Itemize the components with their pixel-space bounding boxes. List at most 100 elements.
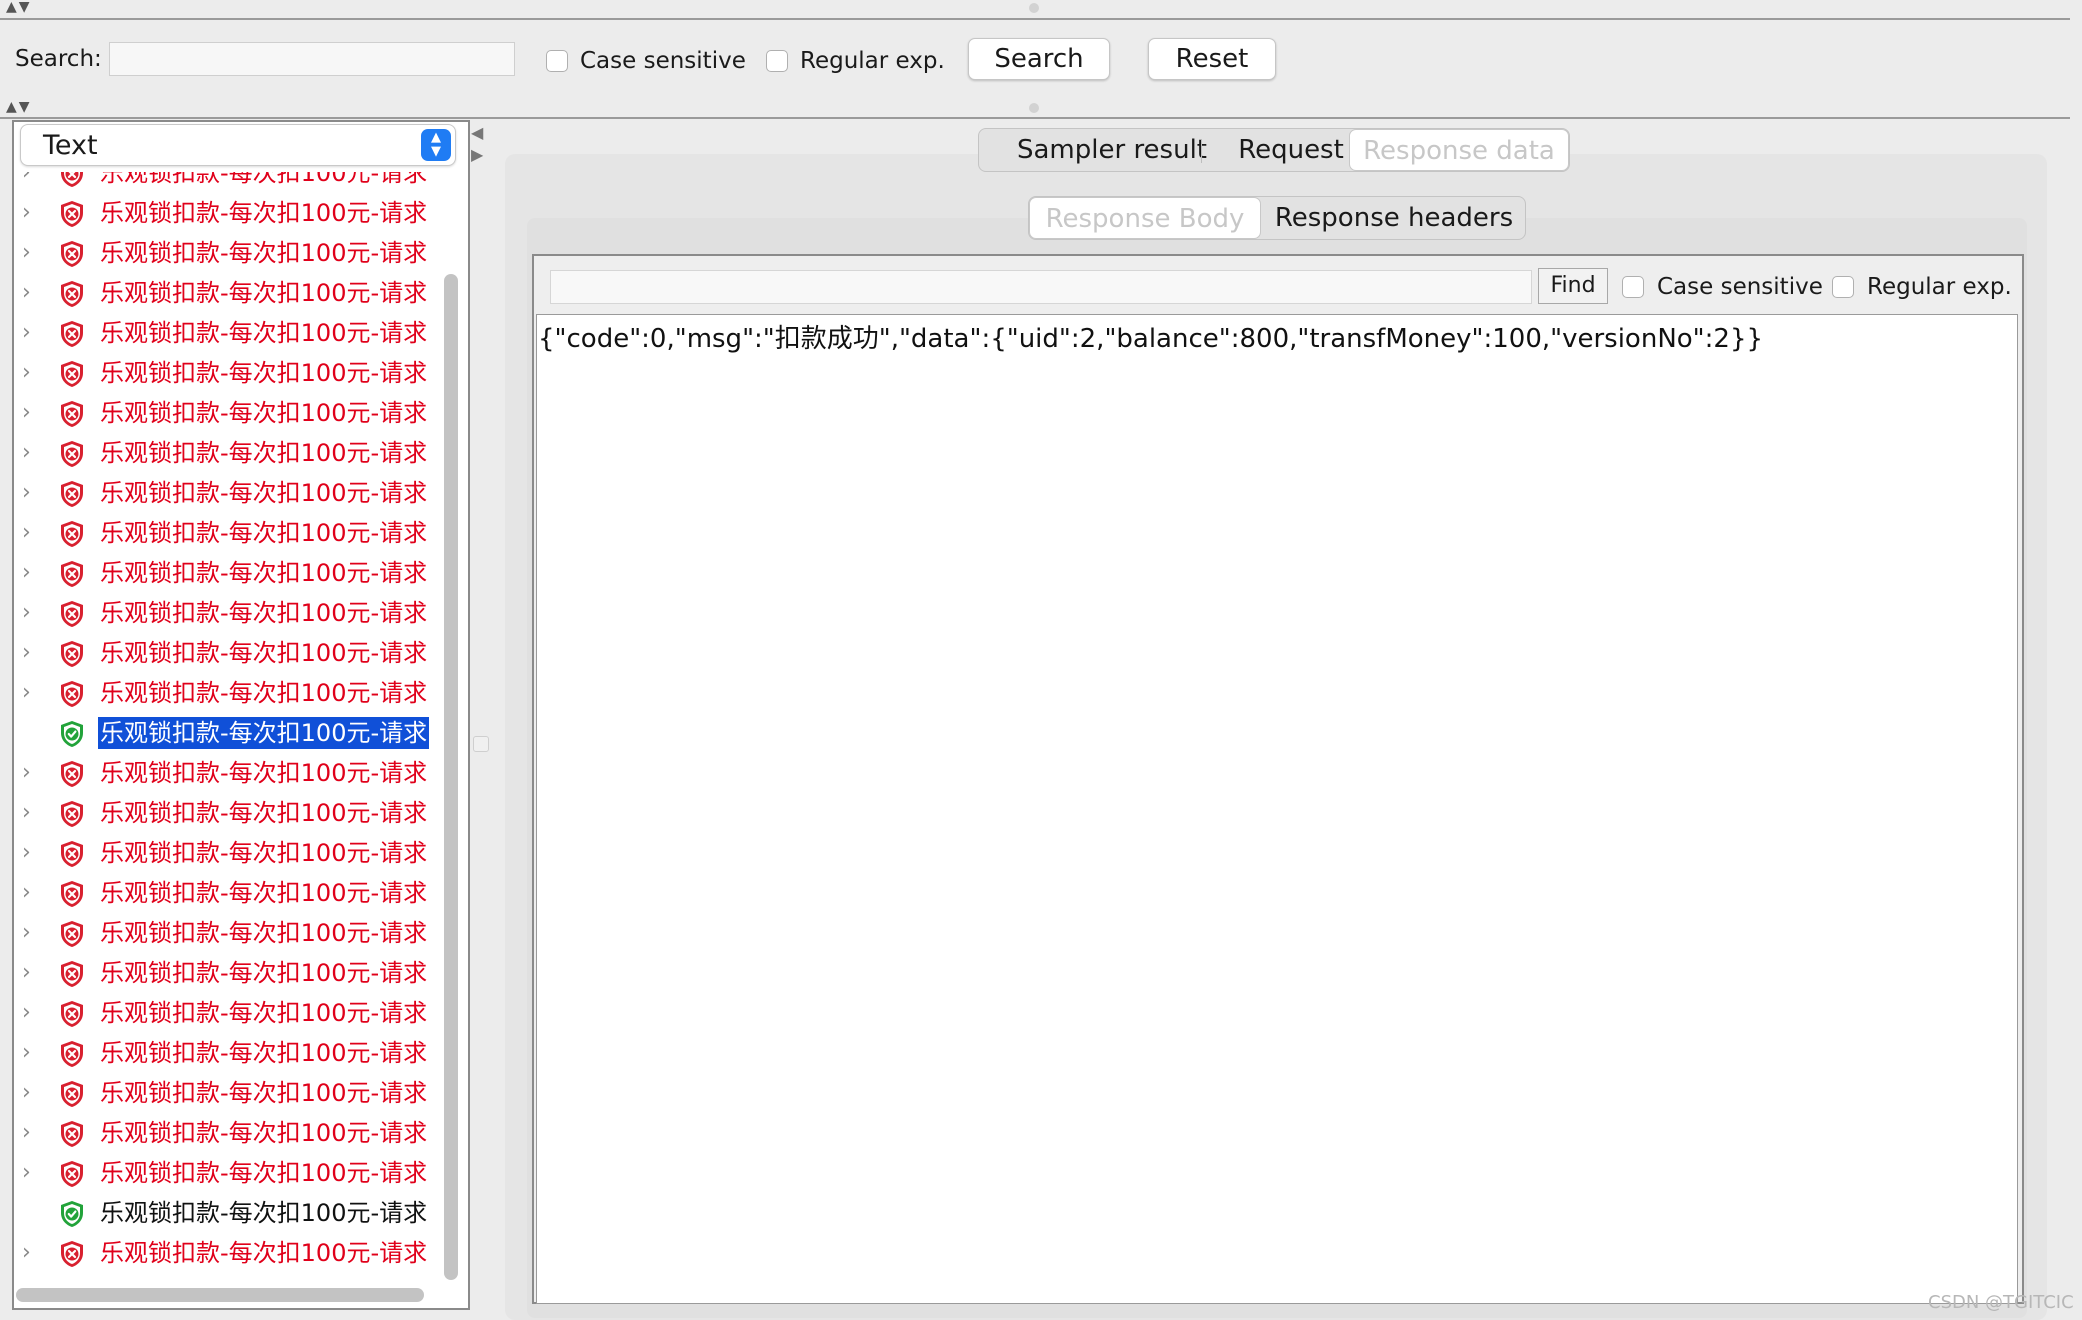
expand-chevron-icon[interactable]: › — [22, 1120, 31, 1145]
expand-chevron-icon[interactable]: › — [22, 680, 31, 705]
expand-chevron-icon[interactable]: › — [22, 920, 31, 945]
tree-item[interactable]: › 乐观锁扣款-每次扣100元-请求 — [14, 474, 442, 514]
tab-response-data[interactable]: Response data — [1349, 129, 1569, 171]
search-input[interactable] — [109, 42, 515, 76]
tree-item[interactable]: › 乐观锁扣款-每次扣100元-请求 — [14, 354, 442, 394]
splitter-arrows-top[interactable]: ▲▼ — [6, 0, 32, 14]
response-text-area[interactable] — [536, 314, 2018, 1304]
error-shield-icon — [58, 280, 86, 308]
tree-item[interactable]: › 乐观锁扣款-每次扣100元-请求 — [14, 434, 442, 474]
tree-item-label: 乐观锁扣款-每次扣100元-请求 — [100, 319, 428, 347]
success-shield-icon — [58, 1200, 86, 1228]
error-shield-icon — [58, 200, 86, 228]
tree-item[interactable]: › 乐观锁扣款-每次扣100元-请求 — [14, 234, 442, 274]
side-splitter-handle[interactable] — [473, 736, 489, 752]
find-regex-checkbox[interactable] — [1832, 276, 1854, 298]
tree-item[interactable]: › 乐观锁扣款-每次扣100元-请求 — [14, 1074, 442, 1114]
tree-item[interactable]: › 乐观锁扣款-每次扣100元-请求 — [14, 554, 442, 594]
expand-chevron-icon[interactable]: › — [22, 320, 31, 345]
expand-chevron-icon[interactable]: › — [22, 280, 31, 305]
results-tree[interactable]: › 乐观锁扣款-每次扣100元-请求 › 乐观锁扣款-每次扣100元-请求 › 乐观锁扣款… — [14, 172, 442, 1300]
splitter-handle-mid[interactable] — [1029, 103, 1039, 113]
expand-chevron-icon[interactable]: › — [22, 520, 31, 545]
tree-item[interactable]: 乐观锁扣款-每次扣100元-请求 — [14, 714, 442, 754]
tree-item[interactable]: › 乐观锁扣款-每次扣100元-请求 — [14, 1154, 442, 1194]
find-case-sensitive-label: Case sensitive — [1657, 274, 1823, 300]
splitter-arrows-mid[interactable]: ▲▼ — [6, 100, 32, 114]
find-button[interactable]: Find — [1538, 268, 1608, 304]
tree-item[interactable]: › 乐观锁扣款-每次扣100元-请求 — [14, 994, 442, 1034]
tree-item[interactable]: › 乐观锁扣款-每次扣100元-请求 — [14, 754, 442, 794]
divider-mid — [0, 117, 2070, 119]
tree-horizontal-scrollbar[interactable] — [16, 1288, 424, 1302]
expand-chevron-icon[interactable]: › — [22, 760, 31, 785]
expand-chevron-icon[interactable]: › — [22, 880, 31, 905]
tree-item[interactable]: › 乐观锁扣款-每次扣100元-请求 — [14, 1034, 442, 1074]
error-shield-icon — [58, 480, 86, 508]
tree-item-label: 乐观锁扣款-每次扣100元-请求 — [100, 799, 428, 827]
error-shield-icon — [58, 960, 86, 988]
tree-item[interactable]: › 乐观锁扣款-每次扣100元-请求 — [14, 914, 442, 954]
expand-chevron-icon[interactable]: › — [22, 1240, 31, 1265]
expand-chevron-icon[interactable]: › — [22, 560, 31, 585]
expand-chevron-icon[interactable]: › — [22, 240, 31, 265]
tree-item[interactable]: › 乐观锁扣款-每次扣100元-请求 — [14, 794, 442, 834]
tree-item[interactable]: › 乐观锁扣款-每次扣100元-请求 — [14, 1234, 442, 1274]
expand-chevron-icon[interactable]: › — [22, 960, 31, 985]
splitter-handle[interactable] — [1029, 3, 1039, 13]
splitter-arrows-side[interactable]: ◀ ▶ — [471, 122, 483, 166]
tree-item[interactable]: › 乐观锁扣款-每次扣100元-请求 — [14, 954, 442, 994]
renderer-select[interactable]: Text ▲ ▼ — [20, 124, 456, 166]
expand-chevron-icon[interactable]: › — [22, 1080, 31, 1105]
tree-item[interactable]: › 乐观锁扣款-每次扣100元-请求 — [14, 172, 442, 194]
tree-item[interactable]: › 乐观锁扣款-每次扣100元-请求 — [14, 1114, 442, 1154]
tree-item-label: 乐观锁扣款-每次扣100元-请求 — [100, 1119, 428, 1147]
tree-item[interactable]: › 乐观锁扣款-每次扣100元-请求 — [14, 274, 442, 314]
expand-chevron-icon[interactable]: › — [22, 640, 31, 665]
expand-chevron-icon[interactable]: › — [22, 360, 31, 385]
tree-item[interactable]: › 乐观锁扣款-每次扣100元-请求 — [14, 634, 442, 674]
tree-item[interactable]: › 乐观锁扣款-每次扣100元-请求 — [14, 194, 442, 234]
expand-chevron-icon[interactable]: › — [22, 172, 31, 185]
expand-chevron-icon[interactable]: › — [22, 800, 31, 825]
tree-item-label: 乐观锁扣款-每次扣100元-请求 — [100, 239, 428, 267]
tree-item[interactable]: › 乐观锁扣款-每次扣100元-请求 — [14, 834, 442, 874]
expand-chevron-icon[interactable]: › — [22, 1000, 31, 1025]
reset-button[interactable]: Reset — [1148, 38, 1276, 80]
find-case-sensitive-checkbox[interactable] — [1622, 276, 1644, 298]
tree-item-label: 乐观锁扣款-每次扣100元-请求 — [100, 1079, 428, 1107]
chevron-up-down-icon: ▲ ▼ — [421, 129, 451, 161]
tab-sampler-result[interactable]: Sampler result — [991, 129, 1233, 171]
expand-chevron-icon[interactable]: › — [22, 1160, 31, 1185]
tree-item[interactable]: › 乐观锁扣款-每次扣100元-请求 — [14, 874, 442, 914]
case-sensitive-checkbox[interactable] — [546, 50, 568, 72]
expand-chevron-icon[interactable]: › — [22, 840, 31, 865]
expand-chevron-icon[interactable]: › — [22, 480, 31, 505]
tab-request[interactable]: Request — [1221, 129, 1361, 171]
find-input[interactable] — [550, 270, 1532, 304]
search-button[interactable]: Search — [968, 38, 1110, 80]
tab-response-headers[interactable]: Response headers — [1265, 197, 1523, 239]
tree-vertical-scrollbar[interactable] — [444, 274, 458, 1280]
tab-response-body[interactable]: Response Body — [1029, 197, 1261, 239]
error-shield-icon — [58, 1000, 86, 1028]
tree-item[interactable]: › 乐观锁扣款-每次扣100元-请求 — [14, 594, 442, 634]
watermark: CSDN @TGITCIC — [1928, 1292, 2074, 1313]
tree-item-label: 乐观锁扣款-每次扣100元-请求 — [100, 559, 428, 587]
expand-chevron-icon[interactable]: › — [22, 200, 31, 225]
expand-chevron-icon[interactable]: › — [22, 600, 31, 625]
expand-chevron-icon[interactable]: › — [22, 1040, 31, 1065]
tree-item-label: 乐观锁扣款-每次扣100元-请求 — [100, 199, 428, 227]
expand-chevron-icon[interactable]: › — [22, 440, 31, 465]
expand-chevron-icon[interactable]: › — [22, 400, 31, 425]
tree-item[interactable]: › 乐观锁扣款-每次扣100元-请求 — [14, 394, 442, 434]
error-shield-icon — [58, 400, 86, 428]
error-shield-icon — [58, 920, 86, 948]
tree-item[interactable]: 乐观锁扣款-每次扣100元-请求 — [14, 1194, 442, 1234]
tree-item[interactable]: › 乐观锁扣款-每次扣100元-请求 — [14, 514, 442, 554]
tree-item[interactable]: › 乐观锁扣款-每次扣100元-请求 — [14, 314, 442, 354]
error-shield-icon — [58, 1040, 86, 1068]
regex-checkbox[interactable] — [766, 50, 788, 72]
tree-item[interactable]: › 乐观锁扣款-每次扣100元-请求 — [14, 674, 442, 714]
search-label: Search: — [15, 46, 102, 72]
